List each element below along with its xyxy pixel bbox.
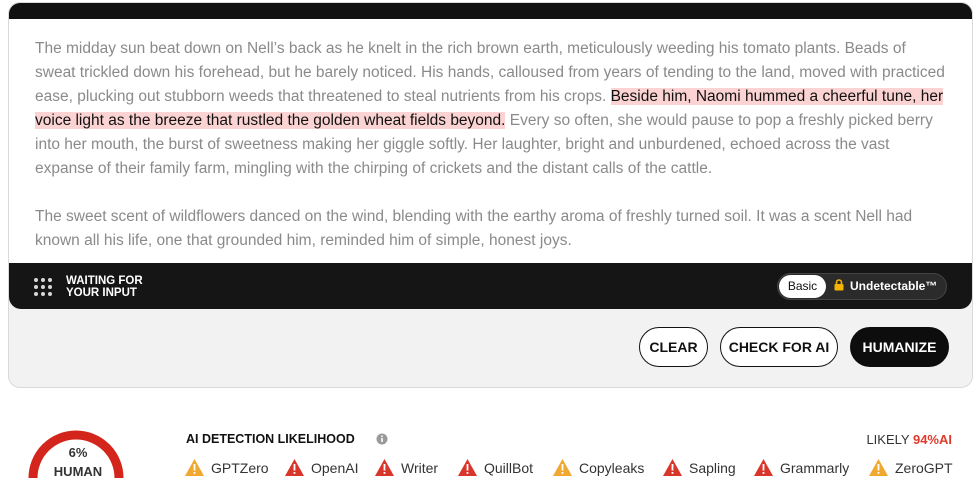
detector-name: Writer (401, 460, 439, 476)
humanize-button[interactable]: Humanize (850, 327, 949, 367)
detection-title: AI Detection Likelihood (186, 432, 355, 446)
info-icon[interactable] (376, 433, 388, 445)
detector-name: OpenAI (311, 460, 359, 476)
mode-undetectable-label: Undetectable™ (850, 279, 938, 293)
alert-icon (663, 459, 682, 476)
alert-icon (458, 459, 477, 476)
status-bar: Waiting for your input Basic Undetectabl… (9, 263, 972, 309)
warning-icon (553, 459, 572, 476)
detector-name: Grammarly (780, 460, 850, 476)
likelihood-summary: Likely 94%AI (866, 432, 952, 447)
mode-undetectable-option[interactable]: Undetectable™ (834, 275, 937, 298)
alert-icon (285, 459, 304, 476)
alert-icon (754, 459, 773, 476)
paragraph-2: The sweet scent of wildflowers danced on… (35, 208, 913, 249)
detector-name: GPTZero (211, 460, 269, 476)
warning-icon (869, 459, 888, 476)
detector-name: ZeroGPT (895, 460, 953, 476)
paragraph-1: The midday sun beat down on Nell’s back … (35, 37, 946, 181)
status-label: Waiting for your input (66, 275, 143, 299)
warning-icon (185, 459, 204, 476)
lock-icon (834, 279, 844, 291)
alert-icon (375, 459, 394, 476)
grid-dots-icon (34, 278, 53, 297)
clear-button[interactable]: Clear (639, 327, 708, 367)
text-input-area[interactable]: The midday sun beat down on Nell’s back … (9, 19, 972, 263)
likely-prefix: Likely (866, 432, 910, 447)
mode-toggle[interactable]: Basic Undetectable™ (777, 273, 947, 300)
human-percent: 6% (68, 445, 88, 460)
detector-name: Sapling (689, 460, 736, 476)
human-score-gauge: 6% HUMAN (25, 428, 127, 487)
detector-name: Copyleaks (579, 460, 645, 476)
likely-value: 94%AI (912, 432, 952, 447)
editor-top-bar (9, 3, 972, 19)
human-label: HUMAN (53, 464, 103, 479)
editor-card: The midday sun beat down on Nell’s back … (8, 2, 973, 388)
detector-name: QuillBot (484, 460, 534, 476)
check-for-ai-button[interactable]: Check for AI (720, 327, 838, 367)
mode-basic-option[interactable]: Basic (779, 275, 826, 298)
